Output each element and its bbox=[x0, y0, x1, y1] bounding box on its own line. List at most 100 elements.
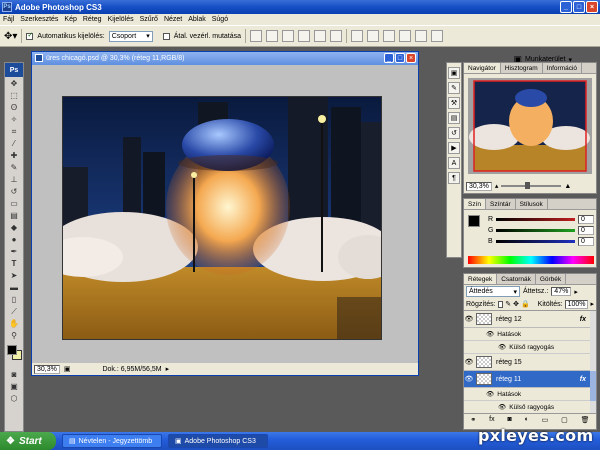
slice-tool-icon[interactable]: ⁄ bbox=[7, 138, 21, 149]
align-left-icon[interactable] bbox=[298, 30, 311, 42]
effects-row[interactable]: 👁 Hatások bbox=[464, 328, 596, 341]
tab-curves[interactable]: Görbék bbox=[536, 274, 567, 284]
align-top-icon[interactable] bbox=[250, 30, 263, 42]
align-vcenter-icon[interactable] bbox=[266, 30, 279, 42]
menu-window[interactable]: Ablak bbox=[188, 16, 206, 23]
effect-row[interactable]: 👁 Külső ragyogás bbox=[464, 401, 596, 413]
healing-brush-icon[interactable]: ✚ bbox=[7, 150, 21, 161]
brush-tool-icon[interactable]: ✎ bbox=[7, 162, 21, 173]
color-foreground-swatch[interactable] bbox=[468, 215, 480, 227]
effect-row[interactable]: 👁 Külső ragyogás bbox=[464, 341, 596, 354]
character-panel-icon[interactable]: A bbox=[448, 157, 460, 169]
blend-mode-dropdown[interactable]: Áttedés ▾ bbox=[466, 286, 520, 297]
eraser-tool-icon[interactable]: ▭ bbox=[7, 198, 21, 209]
paragraph-panel-icon[interactable]: ¶ bbox=[448, 172, 460, 184]
layer-row-selected[interactable]: 👁 réteg 11 fx bbox=[464, 371, 596, 388]
shape-tool-icon[interactable]: ▬ bbox=[7, 282, 21, 293]
channel-value-b[interactable]: 0 bbox=[578, 237, 594, 246]
navigator-panel-icon[interactable]: ▣ bbox=[448, 67, 460, 79]
channel-slider-b[interactable] bbox=[495, 240, 575, 243]
channel-slider-g[interactable] bbox=[496, 229, 575, 232]
hand-tool-icon[interactable]: ✋ bbox=[7, 318, 21, 329]
align-right-icon[interactable] bbox=[330, 30, 343, 42]
show-transform-checkbox[interactable] bbox=[162, 32, 170, 40]
move-tool-icon[interactable]: ✥ bbox=[7, 78, 21, 89]
zoom-field[interactable]: 30,3% bbox=[34, 364, 60, 374]
effect-eye-icon[interactable]: 👁 bbox=[498, 343, 506, 351]
fill-field[interactable]: 100% bbox=[564, 299, 589, 309]
zoom-slider-thumb[interactable] bbox=[525, 182, 531, 189]
distribute-top-icon[interactable] bbox=[351, 30, 364, 42]
align-hcenter-icon[interactable] bbox=[314, 30, 327, 42]
fx-icon[interactable]: fx bbox=[580, 316, 586, 323]
add-mask-icon[interactable]: ◙ bbox=[507, 416, 511, 423]
menu-view[interactable]: Nézet bbox=[164, 16, 182, 23]
tab-channels[interactable]: Csatornák bbox=[497, 274, 536, 284]
menu-select[interactable]: Kijelölés bbox=[108, 16, 134, 23]
layers-scrollbar[interactable] bbox=[590, 311, 596, 413]
taskbar-item-photoshop[interactable]: ▣ Adobe Photoshop CS3 bbox=[168, 434, 268, 448]
layers-scroll-thumb[interactable] bbox=[590, 371, 596, 401]
history-brush-icon[interactable]: ↺ bbox=[7, 186, 21, 197]
dodge-tool-icon[interactable]: ● bbox=[7, 234, 21, 245]
blur-tool-icon[interactable]: ◆ bbox=[7, 222, 21, 233]
move-tool-icon[interactable]: ✥▾ bbox=[4, 31, 17, 42]
effects-eye-icon[interactable]: 👁 bbox=[486, 390, 494, 398]
chevron-right-icon[interactable]: ▸ bbox=[590, 300, 594, 308]
distribute-hcenter-icon[interactable] bbox=[415, 30, 428, 42]
start-button[interactable]: ❖ Start bbox=[0, 432, 56, 450]
lock-pixels-icon[interactable]: ✎ bbox=[505, 300, 511, 308]
doc-close-button[interactable]: × bbox=[406, 53, 416, 63]
navigator-zoom-field[interactable]: 30,3% bbox=[466, 181, 492, 191]
auto-select-dropdown[interactable]: Csoport ▾ bbox=[108, 30, 153, 42]
lasso-tool-icon[interactable]: ʘ bbox=[7, 102, 21, 113]
crop-tool-icon[interactable]: ⌗ bbox=[7, 126, 21, 137]
actions-panel-icon[interactable]: ▶ bbox=[448, 142, 460, 154]
chevron-right-icon[interactable]: ▸ bbox=[574, 288, 578, 296]
adjustment-layer-icon[interactable]: ◐ bbox=[525, 416, 529, 423]
history-panel-icon[interactable]: ↺ bbox=[448, 127, 460, 139]
clone-stamp-icon[interactable]: ⊥ bbox=[7, 174, 21, 185]
effect-eye-icon[interactable]: 👁 bbox=[498, 403, 506, 411]
menu-image[interactable]: Kép bbox=[64, 16, 76, 23]
tab-swatches[interactable]: Színtár bbox=[486, 199, 516, 209]
color-spectrum-ramp[interactable] bbox=[468, 256, 594, 264]
tab-info[interactable]: Információ bbox=[543, 63, 583, 73]
tab-color[interactable]: Szín bbox=[464, 199, 487, 209]
lock-transparency-icon[interactable] bbox=[497, 300, 504, 308]
notes-tool-icon[interactable]: ▯ bbox=[7, 294, 21, 305]
quick-mask-icon[interactable]: ◙ bbox=[7, 369, 21, 380]
zoom-in-icon[interactable]: ▲ bbox=[564, 183, 571, 190]
status-menu-icon[interactable]: ▸ bbox=[166, 365, 170, 373]
menu-filter[interactable]: Szűrő bbox=[140, 16, 158, 23]
tool-presets-icon[interactable]: ⚒ bbox=[448, 97, 460, 109]
new-group-icon[interactable]: ▭ bbox=[542, 416, 549, 424]
eyedropper-icon[interactable]: ⟋ bbox=[7, 306, 21, 317]
channel-value-r[interactable]: 0 bbox=[578, 215, 594, 224]
marquee-tool-icon[interactable]: ⬚ bbox=[7, 90, 21, 101]
effects-row[interactable]: 👁 Hatások bbox=[464, 388, 596, 401]
zoom-slider[interactable] bbox=[501, 182, 562, 189]
channel-value-g[interactable]: 0 bbox=[578, 226, 594, 235]
screen-mode-icon[interactable]: ▣ bbox=[7, 381, 21, 392]
lock-position-icon[interactable]: ✥ bbox=[513, 300, 519, 308]
tab-styles[interactable]: Stílusok bbox=[516, 199, 548, 209]
tab-histogram[interactable]: Hisztogram bbox=[501, 63, 543, 73]
path-selection-icon[interactable]: ➤ bbox=[7, 270, 21, 281]
document-title-bar[interactable]: üres chicagó.psd @ 30,3% (réteg 11,RGB/8… bbox=[32, 52, 418, 65]
eye-icon[interactable]: 👁 bbox=[464, 315, 474, 323]
magic-wand-icon[interactable]: ✧ bbox=[7, 114, 21, 125]
foreground-color-swatch[interactable] bbox=[7, 345, 17, 355]
opacity-field[interactable]: 47% bbox=[551, 287, 572, 296]
distribute-vcenter-icon[interactable] bbox=[367, 30, 380, 42]
gradient-tool-icon[interactable]: ▤ bbox=[7, 210, 21, 221]
eye-icon[interactable]: 👁 bbox=[464, 375, 474, 383]
fx-icon[interactable]: fx bbox=[580, 376, 586, 383]
imageready-icon[interactable]: ⬡ bbox=[7, 393, 21, 404]
new-layer-icon[interactable]: ▢ bbox=[561, 416, 568, 424]
distribute-right-icon[interactable] bbox=[431, 30, 444, 42]
menu-layer[interactable]: Réteg bbox=[83, 16, 102, 23]
type-tool-icon[interactable]: T bbox=[7, 258, 21, 269]
align-bottom-icon[interactable] bbox=[282, 30, 295, 42]
close-button[interactable]: × bbox=[586, 1, 598, 13]
